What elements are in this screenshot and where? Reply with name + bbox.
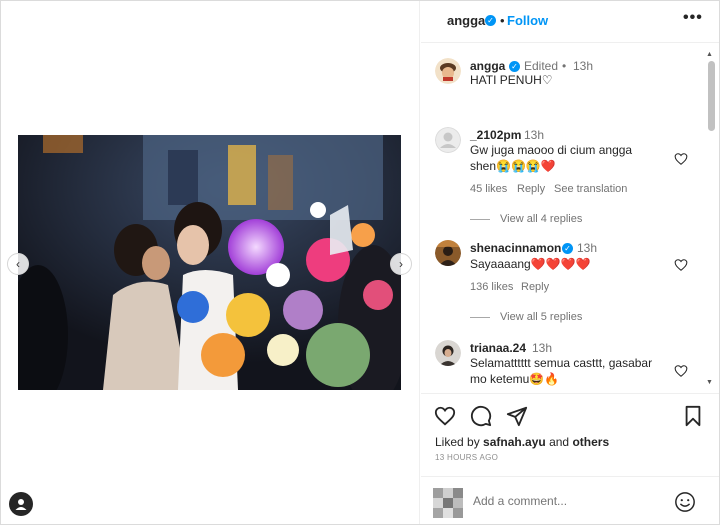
caption-username[interactable]: angga [470,59,505,73]
post-header: angga ✓ • Follow ••• [421,1,719,43]
comment-likes[interactable]: 136 likes [470,281,513,293]
caption-edited: Edited [524,59,559,73]
reply-button[interactable]: Reply [521,281,549,293]
comment-username[interactable]: trianaa.24 [470,341,526,355]
liked-by: Liked by safnah.ayu and others [435,435,609,449]
heart-icon[interactable] [434,405,456,427]
comment-time[interactable]: 13h [524,128,544,142]
post-side-panel: angga ✓ • Follow ••• angga ✓ Edited • 13… [421,1,719,524]
comment-text: Selamatttttt semua casttt, gasabar [470,356,653,370]
view-replies-button[interactable]: View all 4 replies [500,213,582,225]
post-actions: Liked by safnah.ayu and others 13 HOURS … [421,393,719,524]
scrollbar-thumb[interactable] [708,61,715,131]
comments-list[interactable]: angga ✓ Edited • 13h HATI PENUH♡ _2102pm… [421,44,719,392]
liked-by-user[interactable]: safnah.ayu [483,435,546,449]
post-photo-image [18,135,401,390]
comment-text: Gw juga maooo di cium angga [470,143,633,157]
avatar[interactable] [435,340,461,366]
follow-button[interactable]: Follow [507,13,548,28]
comment-text: shen😭😭😭❤️ [470,159,556,173]
verified-badge-icon: ✓ [509,61,520,72]
liked-by-prefix: Liked by [435,435,484,449]
post-timestamp[interactable]: 13 HOURS AGO [435,453,498,462]
more-options-button[interactable]: ••• [683,9,703,27]
add-comment-bar [421,476,719,525]
verified-badge-icon: ✓ [485,15,496,26]
user-icon[interactable] [9,492,33,516]
post-photo[interactable] [18,135,401,390]
caption-separator: • [562,59,567,73]
comment-time[interactable]: 13h [532,341,552,355]
caption-text: HATI PENUH♡ [470,73,553,87]
chevron-right-icon[interactable]: › [390,253,412,275]
bookmark-icon[interactable] [682,405,704,427]
comment-username[interactable]: _2102pm [470,128,521,142]
scroll-down-arrow[interactable]: ▼ [706,379,713,386]
liked-by-others[interactable]: others [572,435,609,449]
see-translation-button[interactable]: See translation [554,183,627,195]
comment-input[interactable] [473,494,673,508]
avatar[interactable] [435,240,461,266]
comment-time[interactable]: 13h [577,241,597,255]
heart-icon[interactable] [674,258,688,272]
avatar [433,488,463,518]
comment-username[interactable]: shenacinnamon [470,241,561,255]
share-icon[interactable] [506,405,528,427]
heart-icon[interactable] [674,364,688,378]
comment-text: mo ketemu🤩🔥 [470,372,560,386]
scroll-up-arrow[interactable]: ▲ [706,51,713,58]
replies-divider [470,317,490,318]
liked-by-and: and [545,435,573,449]
comment-icon[interactable] [470,405,492,427]
avatar[interactable] [435,127,461,153]
header-username[interactable]: angga [447,13,485,28]
reply-button[interactable]: Reply [517,183,545,195]
avatar[interactable] [435,58,461,84]
comment-likes[interactable]: 45 likes [470,183,507,195]
replies-divider [470,219,490,220]
chevron-left-icon[interactable]: ‹ [7,253,29,275]
media-pane: ‹ › [1,1,420,524]
heart-icon[interactable] [674,152,688,166]
emoji-icon[interactable] [674,491,696,513]
caption-time[interactable]: 13h [573,59,593,73]
verified-badge-icon: ✓ [562,243,573,254]
view-replies-button[interactable]: View all 5 replies [500,311,582,323]
header-separator: • [500,13,505,28]
comment-text: Sayaaaang❤️❤️❤️❤️ [470,257,591,271]
